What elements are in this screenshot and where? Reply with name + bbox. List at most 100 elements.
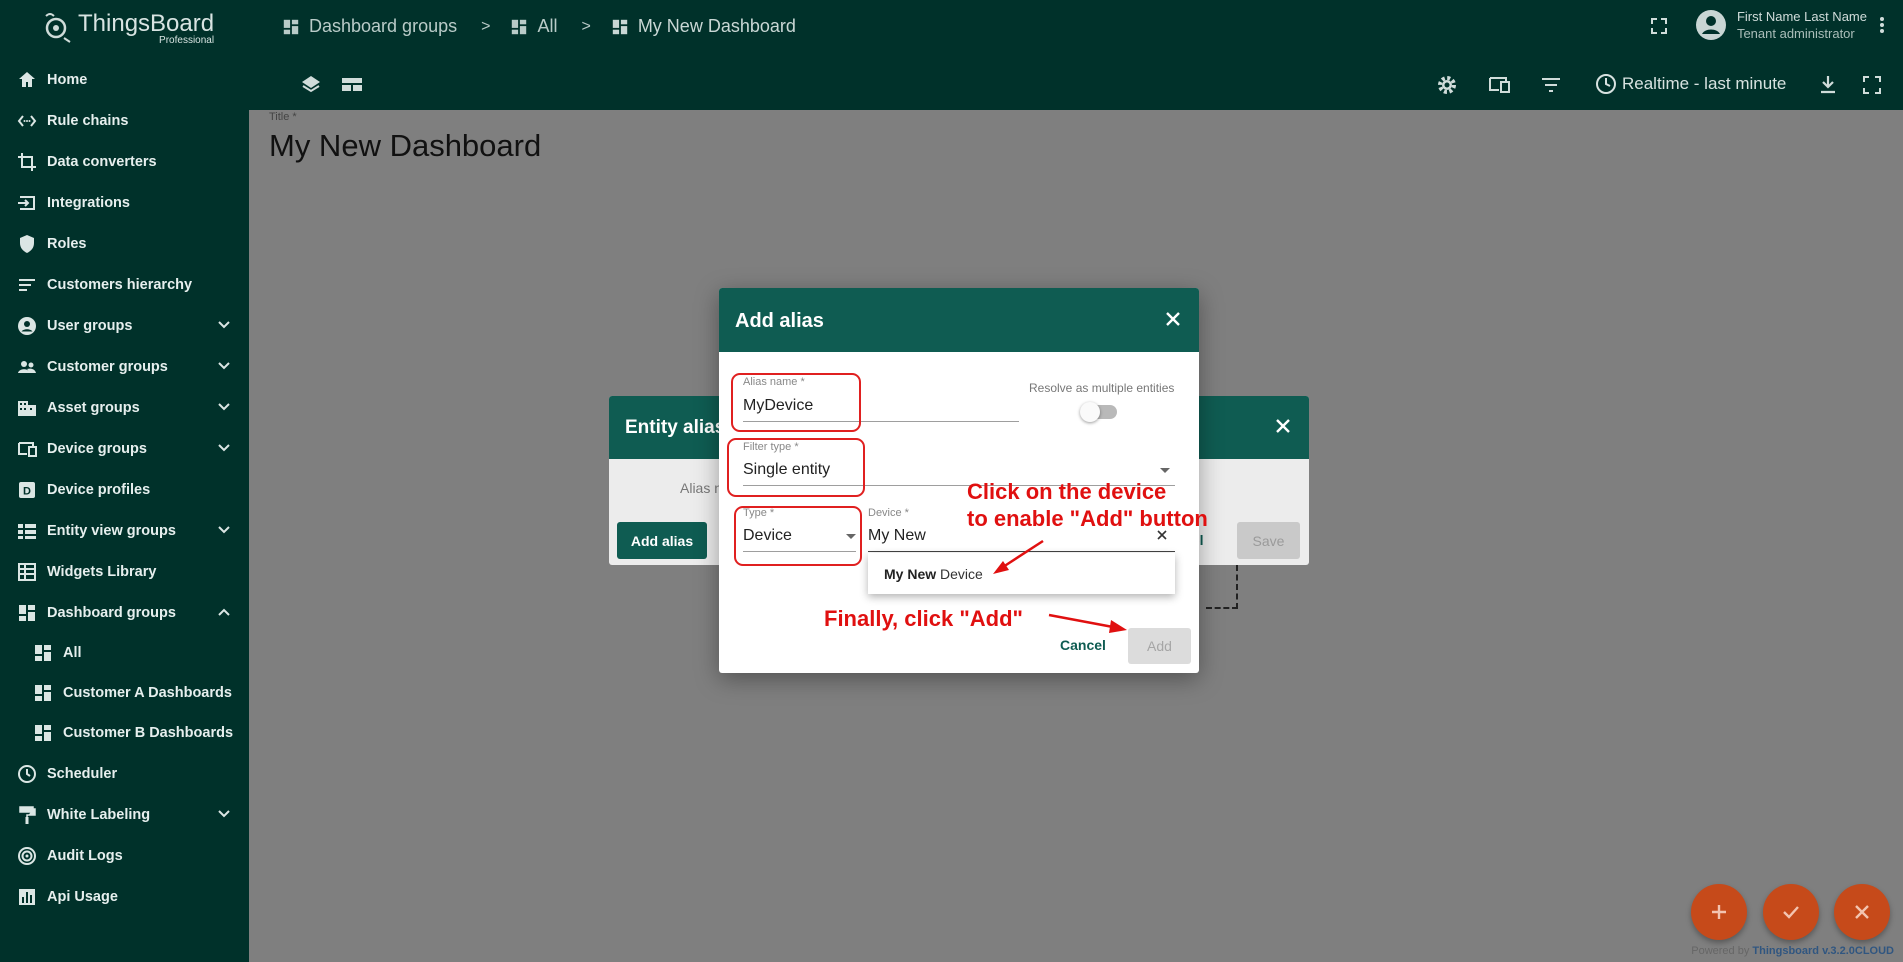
layers-icon[interactable] [299, 73, 323, 97]
device-underline [868, 551, 1175, 552]
integrations-icon [17, 193, 37, 213]
customers-icon [17, 357, 37, 377]
sidebar-item-home[interactable]: Home [0, 59, 249, 100]
account-icon [1695, 10, 1726, 40]
devices-icon[interactable] [1487, 73, 1511, 97]
breadcrumb-all[interactable]: All [537, 16, 557, 37]
save-button[interactable]: Save [1237, 522, 1300, 559]
chevron-down-icon[interactable] [217, 318, 231, 332]
sidebar-item-label: Rule chains [47, 112, 129, 129]
sidebar-item-label: White Labeling [47, 806, 151, 823]
highlight-filter-type [727, 438, 865, 497]
resolve-multiple-toggle[interactable] [1080, 402, 1117, 422]
breadcrumb-separator: > [581, 17, 591, 35]
dashboard-icon [612, 19, 628, 34]
sidebar-item-entity-view-groups[interactable]: Entity view groups [0, 510, 249, 551]
sidebar-item-label: Roles [47, 235, 87, 252]
chevron-down-icon[interactable] [217, 441, 231, 455]
aliases-header: Alias n [680, 480, 723, 496]
sidebar-item-label: Customer B Dashboards [63, 725, 234, 741]
user-menu[interactable]: First Name Last Name Tenant administrato… [1695, 8, 1885, 42]
version-link[interactable]: Thingsboard v.3.2.0CLOUD [1752, 945, 1894, 957]
sidebar-item-asset-groups[interactable]: Asset groups [0, 387, 249, 428]
sidebar-item-label: Entity view groups [47, 522, 176, 539]
add-widget-fab[interactable] [1691, 884, 1747, 940]
chevron-down-icon[interactable] [217, 807, 231, 821]
sidebar-item-data-converters[interactable]: Data converters [0, 141, 249, 182]
device-autocomplete-input[interactable]: My New [868, 527, 926, 545]
data-converters-icon [17, 152, 37, 172]
breadcrumb-current: My New Dashboard [637, 16, 796, 36]
toggle-knob [1080, 402, 1100, 422]
sidebar-item-label: All [63, 645, 82, 661]
settings-icon[interactable] [1435, 73, 1459, 97]
sidebar-item-rule-chains[interactable]: Rule chains [0, 100, 249, 141]
dashboard-icon [33, 723, 53, 743]
highlight-type [734, 506, 862, 566]
clock-icon [17, 764, 37, 784]
sidebar-item-scheduler[interactable]: Scheduler [0, 753, 249, 794]
add-button[interactable]: Add [1128, 628, 1191, 664]
plus-icon [1712, 905, 1726, 919]
highlight-alias-name [731, 373, 861, 432]
dropdown-arrow-icon[interactable] [1160, 468, 1170, 473]
cancel-button[interactable]: Cancel [1060, 637, 1106, 653]
home-icon [17, 70, 37, 90]
apply-changes-fab[interactable] [1763, 884, 1819, 940]
option-rest-text: Device [936, 566, 983, 582]
chevron-down-icon[interactable] [217, 400, 231, 414]
sidebar-item-roles[interactable]: Roles [0, 223, 249, 264]
sidebar-item-customer-a-dashboards[interactable]: Customer A Dashboards [0, 673, 249, 713]
chevron-down-icon[interactable] [217, 359, 231, 373]
sidebar-item-customers-hierarchy[interactable]: Customers hierarchy [0, 264, 249, 305]
sidebar-item-device-groups[interactable]: Device groups [0, 428, 249, 469]
add-alias-button[interactable]: Add alias [617, 522, 707, 559]
sidebar-item-all[interactable]: All [0, 633, 249, 673]
filter-icon[interactable] [1539, 73, 1563, 97]
close-icon[interactable] [1275, 418, 1291, 434]
dashboard-icon [17, 603, 37, 623]
sidebar-item-device-profiles[interactable]: D Device profiles [0, 469, 249, 510]
timewindow-button[interactable]: Realtime - last minute [1595, 73, 1786, 95]
dashboard-icon [283, 19, 299, 34]
entity-view-icon [17, 521, 37, 541]
option-match-text: My New [884, 566, 937, 582]
discard-changes-fab[interactable] [1834, 884, 1890, 940]
sidebar-item-dashboard-groups[interactable]: Dashboard groups [0, 592, 249, 633]
dashboard-icon [33, 683, 53, 703]
dashboard-icon [512, 19, 527, 34]
brush-icon [17, 805, 37, 825]
sidebar-item-customer-groups[interactable]: Customer groups [0, 346, 249, 387]
device-option[interactable]: My New Device [884, 566, 983, 582]
sidebar-item-user-groups[interactable]: User groups [0, 305, 249, 346]
rule-chains-icon [17, 111, 37, 131]
sidebar-item-label: Scheduler [47, 765, 118, 782]
close-icon[interactable] [1165, 311, 1181, 327]
chevron-up-icon[interactable] [217, 605, 231, 619]
fullscreen-icon[interactable] [1860, 73, 1884, 97]
resolve-multiple-label: Resolve as multiple entities [1029, 381, 1175, 395]
sidebar-item-customer-b-dashboards[interactable]: Customer B Dashboards [0, 713, 249, 753]
user-name: First Name Last Name [1736, 9, 1867, 24]
app-logo[interactable]: ThingsBoard Professional [40, 10, 214, 46]
more-vert-icon[interactable] [1879, 16, 1885, 34]
logo-icon [45, 13, 71, 43]
sidebar-item-integrations[interactable]: Integrations [0, 182, 249, 223]
sidebar-item-label: Customer groups [47, 358, 168, 375]
breadcrumb-dashboard-groups[interactable]: Dashboard groups [309, 16, 457, 37]
sidebar-item-widgets-library[interactable]: Widgets Library [0, 551, 249, 592]
sidebar-nav: Home Rule chains Data converters Integra… [0, 59, 249, 917]
device-label: Device * [868, 507, 909, 519]
sidebar-item-white-labeling[interactable]: White Labeling [0, 794, 249, 835]
sidebar-item-label: Customer A Dashboards [63, 685, 232, 701]
download-icon[interactable] [1816, 73, 1840, 97]
chevron-down-icon[interactable] [217, 523, 231, 537]
breadcrumb-separator: > [481, 17, 491, 35]
layout-icon[interactable] [340, 73, 364, 97]
sidebar-item-label: Dashboard groups [47, 604, 176, 621]
sidebar-item-audit-logs[interactable]: Audit Logs [0, 835, 249, 876]
fullscreen-icon[interactable] [1649, 16, 1669, 36]
sidebar-item-label: Home [47, 71, 88, 88]
hierarchy-icon [17, 275, 37, 295]
sidebar-item-api-usage[interactable]: Api Usage [0, 876, 249, 917]
